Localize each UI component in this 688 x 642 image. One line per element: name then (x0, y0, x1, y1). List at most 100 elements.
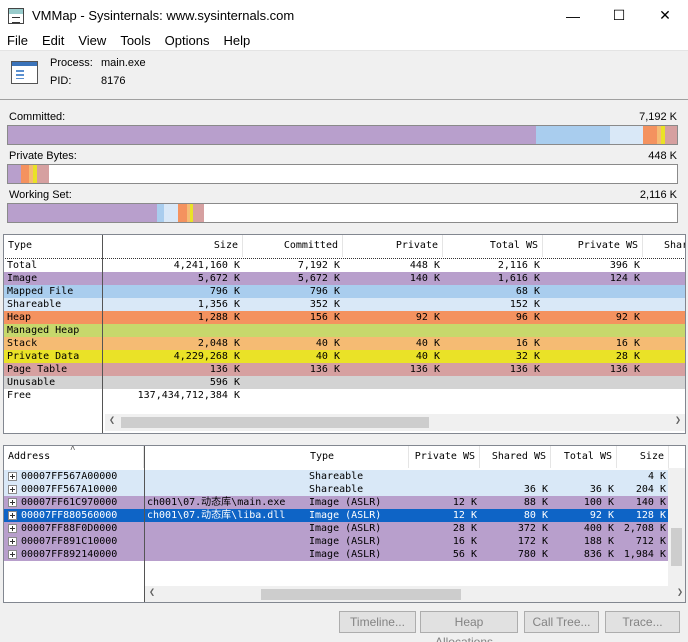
menu-options[interactable]: Options (158, 31, 217, 50)
detail-cell-total-ws: 836 K (583, 549, 614, 560)
menu-help[interactable]: Help (216, 31, 257, 50)
ws-shareable-segment (164, 204, 178, 222)
scroll-right-icon[interactable]: ❯ (675, 415, 681, 426)
summary-cell-type: Managed Heap (7, 325, 80, 336)
expand-plus-icon[interactable] (8, 511, 17, 520)
expand-plus-icon[interactable] (8, 472, 17, 481)
summary-cell-committed (243, 389, 343, 402)
menu-tools[interactable]: Tools (113, 31, 157, 50)
summary-row[interactable]: Shareable 1,356 K 352 K 152 K (4, 298, 685, 311)
summary-cell-private-ws: 124 K (609, 273, 640, 284)
summary-cell-private-ws (543, 298, 643, 311)
summary-cell-committed: 7,192 K (297, 260, 340, 271)
summary-cell-total-ws: 16 K (515, 338, 540, 349)
summary-cell-total-ws: 32 K (515, 351, 540, 362)
maximize-button[interactable]: ☐ (596, 0, 642, 31)
detail-cell-private-ws (409, 483, 480, 496)
summary-row[interactable]: Total 4,241,160 K 7,192 K 448 K 2,116 K 396 K (4, 258, 685, 273)
call-tree-button[interactable]: Call Tree... (524, 611, 599, 633)
summary-cell-size: 136 K (209, 364, 240, 375)
expand-plus-icon[interactable] (8, 537, 17, 546)
detail-cell-size: 140 K (635, 497, 666, 508)
timeline-button[interactable]: Timeline... (339, 611, 416, 633)
detail-table[interactable]: Address ˄ Type Private WS Shared WS Tota… (3, 445, 686, 603)
summary-row[interactable]: Image 5,672 K 5,672 K 140 K 1,616 K 124 K (4, 272, 685, 285)
expand-plus-icon[interactable] (8, 550, 17, 559)
summary-row[interactable]: Stack 2,048 K 40 K 40 K 16 K 16 K (4, 337, 685, 350)
separator (0, 99, 688, 100)
summary-cell-committed: 352 K (309, 299, 340, 310)
summary-cell-total-ws: 2,116 K (497, 260, 540, 271)
col-detail-type[interactable]: Type (306, 446, 409, 468)
detail-cell-total-ws: 92 K (589, 510, 614, 521)
summary-row[interactable]: Private Data 4,229,268 K 40 K 40 K 32 K 28 K (4, 350, 685, 363)
expand-plus-icon[interactable] (8, 498, 17, 507)
summary-hscroll-thumb[interactable] (121, 417, 429, 428)
menu-view[interactable]: View (71, 31, 113, 50)
summary-header: Type Size Committed Private Total WS Pri… (4, 235, 685, 257)
col-detail-size[interactable]: Size (617, 446, 669, 468)
trace-button[interactable]: Trace... (605, 611, 680, 633)
detail-cell-type: Shareable (309, 484, 364, 495)
process-label: Process: (50, 57, 93, 69)
detail-row[interactable]: 00007FF88F0D0000 Image (ASLR) 28 K 372 K 400… (4, 522, 670, 535)
heap-allocations-button[interactable]: Heap Allocations... (420, 611, 518, 642)
summary-cell-committed (243, 324, 343, 337)
col-shareable-ws[interactable]: Shar (660, 235, 685, 257)
detail-cell-detail (144, 548, 306, 561)
summary-row[interactable]: Free 137,434,712,384 K (4, 389, 685, 402)
summary-cell-type: Total (7, 260, 38, 271)
detail-scroll-left-icon[interactable]: ❮ (149, 587, 155, 598)
summary-hscroll[interactable]: ❮ ❯ (105, 414, 685, 431)
detail-row[interactable]: 00007FF567A10000 Shareable 36 K 36 K 204 K (4, 483, 670, 496)
expand-plus-icon[interactable] (8, 524, 17, 533)
committed-label: Committed: (9, 111, 66, 123)
summary-row[interactable]: Managed Heap (4, 324, 685, 337)
scroll-left-icon[interactable]: ❮ (109, 415, 115, 426)
summary-cell-type: Private Data (7, 351, 80, 362)
summary-table[interactable]: Type Size Committed Private Total WS Pri… (3, 234, 686, 434)
summary-cell-size: 596 K (209, 377, 240, 388)
detail-vscroll-thumb[interactable] (671, 528, 682, 566)
summary-row[interactable]: Page Table 136 K 136 K 136 K 136 K 136 K (4, 363, 685, 376)
detail-cell-private-ws: 12 K (452, 510, 477, 521)
window-title: VMMap - Sysinternals: www.sysinternals.c… (32, 8, 295, 23)
summary-cell-private (343, 285, 443, 298)
summary-cell-committed: 40 K (315, 338, 340, 349)
summary-row[interactable]: Heap 1,288 K 156 K 92 K 96 K 92 K (4, 311, 685, 324)
detail-hscroll[interactable]: ❮ ❯ (145, 586, 685, 602)
detail-scroll-right-icon[interactable]: ❯ (677, 587, 683, 598)
col-committed[interactable]: Committed (243, 235, 343, 257)
menu-edit[interactable]: Edit (35, 31, 71, 50)
detail-vscroll[interactable] (668, 468, 685, 586)
col-private[interactable]: Private (343, 235, 443, 257)
col-detail-shared-ws[interactable]: Shared WS (480, 446, 551, 468)
detail-row[interactable]: 00007FF61C970000 ch001\07.动态库\main.exe Ima… (4, 496, 670, 509)
col-detail-total-ws[interactable]: Total WS (551, 446, 617, 468)
summary-row[interactable]: Mapped File 796 K 796 K 68 K (4, 285, 685, 298)
detail-cell-size: 204 K (635, 484, 666, 495)
summary-cell-total-ws: 96 K (515, 312, 540, 323)
detail-row[interactable]: 00007FF567A00000 Shareable 4 K (4, 470, 670, 483)
detail-cell-detail (144, 483, 306, 496)
detail-row[interactable]: 00007FF892140000 Image (ASLR) 56 K 780 K 836… (4, 548, 670, 561)
col-type[interactable]: Type (4, 235, 103, 257)
menu-file[interactable]: File (0, 31, 35, 50)
detail-row-selected[interactable]: 00007FF880560000 ch001\07.动态库\liba.dll Ima… (4, 509, 670, 522)
detail-cell-private-ws: 28 K (452, 523, 477, 534)
summary-cell-private: 448 K (409, 260, 440, 271)
summary-row[interactable]: Unusable 596 K (4, 376, 685, 389)
summary-cell-size: 2,048 K (197, 338, 240, 349)
detail-hscroll-thumb[interactable] (261, 589, 461, 600)
committed-value: 7,192 K (639, 111, 677, 123)
detail-row[interactable]: 00007FF891C10000 Image (ASLR) 16 K 172 K 188… (4, 535, 670, 548)
expand-plus-icon[interactable] (8, 485, 17, 494)
minimize-button[interactable]: — (550, 0, 596, 31)
summary-cell-size: 5,672 K (197, 273, 240, 284)
col-private-ws[interactable]: Private WS (543, 235, 643, 257)
col-total-ws[interactable]: Total WS (443, 235, 543, 257)
col-size[interactable]: Size (103, 235, 243, 257)
col-detail-private-ws[interactable]: Private WS (409, 446, 480, 468)
close-button[interactable]: ✕ (642, 0, 688, 31)
detail-cell-detail: ch001\07.动态库\main.exe (147, 497, 286, 508)
